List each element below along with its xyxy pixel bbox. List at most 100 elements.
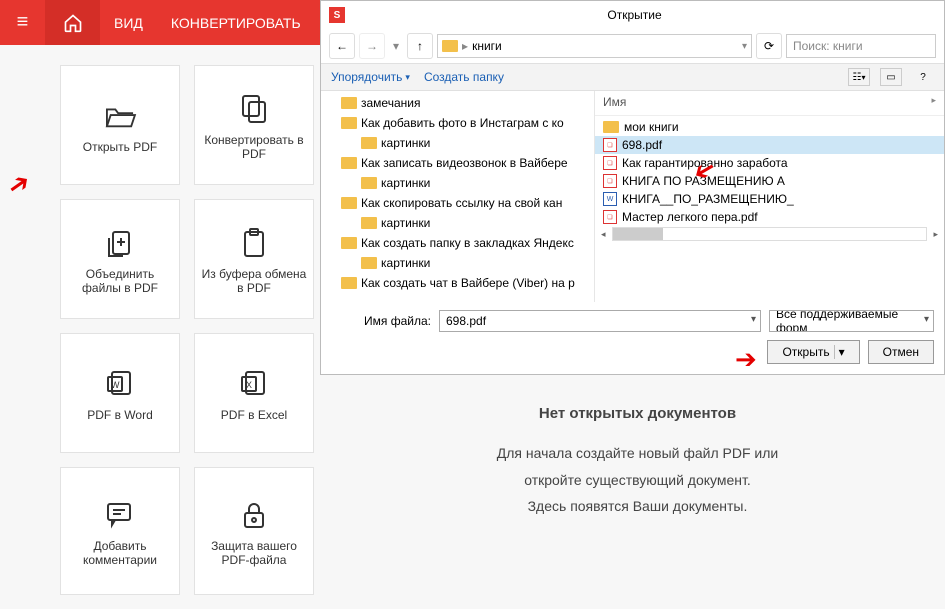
convert-icon (239, 89, 269, 129)
chevron-right-icon: ▸ (931, 95, 936, 109)
open-button[interactable]: Открыть▾ (767, 340, 859, 364)
file-name: мои книги (624, 120, 679, 134)
file-row[interactable]: ❏ 698.pdf (595, 136, 944, 154)
svg-text:X: X (246, 380, 252, 390)
tile-protect[interactable]: Защита вашего PDF-файла (194, 467, 314, 595)
folder-icon (361, 257, 377, 269)
tile-label: Конвертировать в PDF (195, 129, 313, 161)
file-list[interactable]: Имя▸ мои книги ❏ 698.pdf ❏Как гарантированн… (595, 91, 944, 302)
pdf-icon: ❏ (603, 156, 617, 170)
tree-folder[interactable]: Как создать папку в закладках Яндекс (321, 233, 594, 253)
pdf-icon: ❏ (603, 174, 617, 188)
tab-view[interactable]: ВИД (100, 15, 157, 31)
chevron-down-icon[interactable]: ▾ (834, 345, 845, 359)
file-row[interactable]: ❏ Мастер легкого пера.pdf (595, 208, 944, 226)
file-type-filter[interactable]: Все поддерживаемые форм (769, 310, 934, 332)
folder-icon (361, 177, 377, 189)
folder-icon (603, 121, 619, 133)
tile-label: Объединить файлы в PDF (61, 263, 179, 295)
dialog-title: Открытие (333, 8, 936, 22)
folder-icon (341, 117, 357, 129)
back-button[interactable]: ← (329, 33, 355, 59)
annotation-arrow: ➔ (735, 344, 757, 375)
menu-icon[interactable]: ≡ (0, 11, 45, 34)
chevron-down-icon[interactable]: ▾ (389, 39, 403, 53)
folder-icon (442, 40, 458, 52)
breadcrumb[interactable]: книги (472, 39, 502, 53)
address-bar[interactable]: ▸ книги ▾ (437, 34, 752, 58)
cancel-button[interactable]: Отмен (868, 340, 934, 364)
organize-menu[interactable]: Упорядочить ▾ (331, 70, 410, 84)
empty-line3: Здесь появятся Ваши документы. (528, 498, 748, 514)
tree-folder[interactable]: картинки (321, 213, 594, 233)
tile-label: PDF в Word (81, 404, 159, 422)
forward-button[interactable]: → (359, 33, 385, 59)
tile-label: Из буфера обмена в PDF (195, 263, 313, 295)
tree-folder[interactable]: картинки (321, 253, 594, 273)
tile-grid: Открыть PDF Конвертировать в PDF Объедин… (60, 65, 330, 609)
new-folder-button[interactable]: Создать папку (424, 70, 504, 84)
lock-icon (241, 495, 267, 535)
tile-clipboard[interactable]: Из буфера обмена в PDF (194, 199, 314, 319)
tile-comments[interactable]: Добавить комментарии (60, 467, 180, 595)
file-name: 698.pdf (622, 138, 662, 152)
preview-pane-button[interactable]: ▭ (880, 68, 902, 86)
tile-label: Добавить комментарии (61, 535, 179, 567)
folder-tree[interactable]: замечанияКак добавить фото в Инстаграм с… (321, 91, 595, 302)
empty-line1: Для начала создайте новый файл PDF или (497, 445, 778, 461)
search-input[interactable]: Поиск: книги (786, 34, 936, 58)
folder-icon (361, 137, 377, 149)
tile-to-word[interactable]: W PDF в Word (60, 333, 180, 453)
word-icon: W (105, 364, 135, 404)
tile-to-excel[interactable]: X PDF в Excel (194, 333, 314, 453)
file-row[interactable]: ❏КНИГА ПО РАЗМЕЩЕНИЮ А (595, 172, 944, 190)
view-mode-button[interactable]: ☷ ▾ (848, 68, 870, 86)
tree-folder[interactable]: Как записать видеозвонок в Вайбере (321, 153, 594, 173)
svg-text:W: W (111, 380, 120, 390)
filename-label: Имя файла: (331, 314, 431, 328)
nav-bar: ← → ▾ ↑ ▸ книги ▾ ⟳ Поиск: книги (321, 29, 944, 63)
tree-folder[interactable]: Как добавить фото в Инстаграм с ко (321, 113, 594, 133)
tile-open-pdf[interactable]: Открыть PDF (60, 65, 180, 185)
open-dialog: S Открытие ← → ▾ ↑ ▸ книги ▾ ⟳ Поиск: кн… (320, 0, 945, 375)
tree-folder[interactable]: картинки (321, 173, 594, 193)
file-row[interactable]: ❏Как гарантированно заработа (595, 154, 944, 172)
tree-folder[interactable]: картинки (321, 133, 594, 153)
file-row[interactable]: мои книги (595, 118, 944, 136)
empty-title: Нет открытых документов (330, 405, 945, 422)
file-name: КНИГА__ПО_РАЗМЕЩЕНИЮ_ (622, 192, 794, 206)
scroll-left-icon[interactable]: ◂ (599, 229, 608, 240)
tree-folder[interactable]: замечания (321, 93, 594, 113)
folder-icon (341, 197, 357, 209)
filename-input[interactable]: 698.pdf (439, 310, 761, 332)
tile-convert[interactable]: Конвертировать в PDF (194, 65, 314, 185)
folder-icon (361, 217, 377, 229)
horizontal-scrollbar[interactable]: ◂ ▸ (595, 226, 944, 242)
file-row[interactable]: WКНИГА__ПО_РАЗМЕЩЕНИЮ_ (595, 190, 944, 208)
scroll-right-icon[interactable]: ▸ (931, 229, 940, 240)
tile-label: PDF в Excel (215, 404, 293, 422)
excel-icon: X (239, 364, 269, 404)
dialog-titlebar: S Открытие (321, 1, 944, 29)
file-name: Мастер легкого пера.pdf (622, 210, 758, 224)
folder-icon (341, 97, 357, 109)
folder-open-icon (103, 96, 137, 136)
help-button[interactable]: ? (912, 68, 934, 86)
dialog-toolbar: Упорядочить ▾ Создать папку ☷ ▾ ▭ ? (321, 63, 944, 91)
tile-label: Открыть PDF (77, 136, 163, 154)
folder-icon (341, 157, 357, 169)
folder-icon (341, 277, 357, 289)
merge-icon (105, 223, 135, 263)
comment-icon (105, 495, 135, 535)
pdf-icon: ❏ (603, 138, 617, 152)
tree-folder[interactable]: Как создать чат в Вайбере (Viber) на р (321, 273, 594, 293)
column-header[interactable]: Имя▸ (595, 95, 944, 116)
folder-icon (341, 237, 357, 249)
refresh-button[interactable]: ⟳ (756, 33, 782, 59)
pdf-icon: ❏ (603, 210, 617, 224)
tile-merge[interactable]: Объединить файлы в PDF (60, 199, 180, 319)
tree-folder[interactable]: Как скопировать ссылку на свой кан (321, 193, 594, 213)
up-button[interactable]: ↑ (407, 33, 433, 59)
tab-convert[interactable]: КОНВЕРТИРОВАТЬ (157, 15, 315, 31)
home-tab[interactable] (45, 0, 100, 45)
